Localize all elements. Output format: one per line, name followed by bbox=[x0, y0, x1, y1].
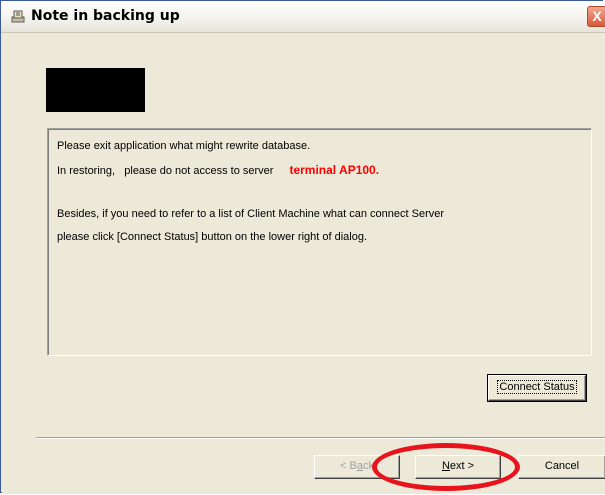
connect-status-label: Connect Status bbox=[497, 380, 577, 394]
message-line-2: In restoring, please do not access to se… bbox=[57, 163, 379, 177]
app-icon bbox=[11, 10, 25, 23]
message-panel: Please exit application what might rewri… bbox=[47, 128, 592, 356]
back-button[interactable]: < Back bbox=[314, 455, 400, 479]
close-button[interactable]: X bbox=[587, 6, 605, 27]
separator bbox=[36, 437, 605, 439]
back-label-suffix: ck bbox=[362, 460, 374, 472]
next-label-suffix: ext > bbox=[449, 460, 475, 472]
message-line-1: Please exit application what might rewri… bbox=[57, 140, 311, 152]
message-line-4: please click [Connect Status] button on … bbox=[57, 231, 368, 243]
message-line-3: Besides, if you need to refer to a list … bbox=[57, 208, 445, 220]
next-label-mnemonic: N bbox=[441, 460, 450, 472]
server-name-highlight: terminal AP100. bbox=[289, 163, 380, 177]
dialog-body: Please exit application what might rewri… bbox=[2, 33, 605, 494]
cancel-button[interactable]: Cancel bbox=[518, 455, 605, 479]
message-line-2-text: In restoring, please do not access to se… bbox=[57, 165, 274, 177]
connect-status-button[interactable]: Connect Status bbox=[487, 374, 587, 402]
dialog-window: Note in backing up X Please exit applica… bbox=[0, 0, 605, 494]
back-label-prefix: < B bbox=[340, 460, 357, 472]
redacted-logo bbox=[46, 68, 145, 112]
window-title: Note in backing up bbox=[31, 8, 180, 24]
title-bar[interactable]: Note in backing up X bbox=[1, 1, 605, 33]
next-button[interactable]: Next > bbox=[415, 455, 501, 479]
